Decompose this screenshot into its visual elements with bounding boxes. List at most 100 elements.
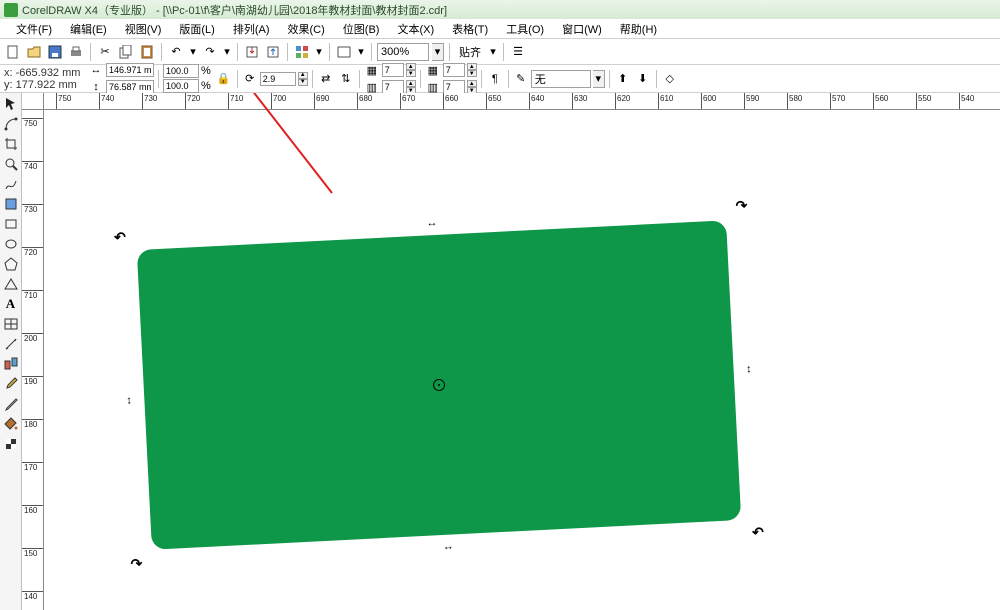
rotation-spinner[interactable]: ▲▼	[298, 72, 308, 86]
menu-edit[interactable]: 编辑(E)	[62, 19, 115, 39]
save-icon[interactable]	[46, 43, 64, 61]
spinner[interactable]: ▲▼	[467, 63, 477, 77]
snap-label[interactable]: 贴齐	[455, 44, 485, 60]
width-input[interactable]	[106, 63, 154, 77]
menu-tools[interactable]: 工具(O)	[498, 19, 552, 39]
cols-b-input[interactable]	[443, 80, 465, 94]
menu-window[interactable]: 窗口(W)	[554, 19, 610, 39]
wrap-text-icon[interactable]: ¶	[486, 70, 504, 88]
separator	[656, 70, 657, 88]
spinner[interactable]: ▲▼	[467, 80, 477, 94]
ruler-origin[interactable]	[22, 93, 44, 110]
rotate-handle-tl[interactable]: ↶	[114, 229, 127, 247]
open-icon[interactable]	[25, 43, 43, 61]
rotate-handle-bl[interactable]: ↷	[130, 555, 143, 573]
canvas[interactable]: ↶ ↷ ↷ ↶ ↔ ↔ ↕ ↕	[44, 110, 1000, 610]
polygon-tool-icon[interactable]	[2, 255, 20, 273]
table-tool-icon[interactable]	[2, 315, 20, 333]
freehand-tool-icon[interactable]	[2, 175, 20, 193]
canvas-area: 7507407307207107006906806706606506406306…	[22, 93, 1000, 610]
menu-view[interactable]: 视图(V)	[117, 19, 170, 39]
convert-curves-icon[interactable]: ◇	[661, 70, 679, 88]
print-icon[interactable]	[67, 43, 85, 61]
ellipse-tool-icon[interactable]	[2, 235, 20, 253]
to-back-icon[interactable]: ⬇	[634, 70, 652, 88]
mirror-h-icon[interactable]: ⇄	[317, 70, 335, 88]
lock-ratio-icon[interactable]: 🔒	[215, 70, 233, 88]
outline-pen-icon: ✎	[513, 71, 529, 87]
rows-icon: ▦	[425, 62, 441, 78]
separator	[508, 70, 509, 88]
scale-x-input[interactable]	[163, 64, 199, 78]
rotate-handle-tr[interactable]: ↷	[735, 197, 748, 215]
separator	[90, 43, 91, 61]
export-icon[interactable]	[264, 43, 282, 61]
scale-y-input[interactable]	[163, 79, 199, 93]
spinner[interactable]: ▲▼	[406, 80, 416, 94]
smart-fill-icon[interactable]	[2, 195, 20, 213]
crop-tool-icon[interactable]	[2, 135, 20, 153]
spinner[interactable]: ▲▼	[406, 63, 416, 77]
to-front-icon[interactable]: ⬆	[614, 70, 632, 88]
menu-bitmap[interactable]: 位图(B)	[335, 19, 388, 39]
rectangle-tool-icon[interactable]	[2, 215, 20, 233]
property-bar: x: -665.932 mm y: 177.922 mm ↔ ↕ % % 🔒 ⟳…	[0, 65, 1000, 93]
mirror-v-icon[interactable]: ⇅	[337, 70, 355, 88]
basic-shapes-icon[interactable]	[2, 275, 20, 293]
rows-a-input[interactable]	[382, 63, 404, 77]
welcome-dropdown-icon[interactable]: ▾	[356, 43, 366, 61]
eyedropper-icon[interactable]	[2, 375, 20, 393]
cut-icon[interactable]: ✂	[96, 43, 114, 61]
new-icon[interactable]	[4, 43, 22, 61]
text-tool-icon[interactable]: A	[2, 295, 20, 313]
separator	[237, 43, 238, 61]
separator	[329, 43, 330, 61]
menu-table[interactable]: 表格(T)	[444, 19, 496, 39]
ruler-horizontal[interactable]: 7507407307207107006906806706606506406306…	[44, 93, 1000, 110]
import-icon[interactable]	[243, 43, 261, 61]
rotation-input[interactable]	[260, 72, 296, 86]
menu-arrange[interactable]: 排列(A)	[225, 19, 278, 39]
skew-handle-top[interactable]: ↔	[426, 217, 436, 229]
outline-tool-icon[interactable]	[2, 395, 20, 413]
redo-icon[interactable]: ↷	[201, 43, 219, 61]
rows-b-input[interactable]	[443, 63, 465, 77]
interactive-fill-icon[interactable]	[2, 435, 20, 453]
pick-tool-icon[interactable]	[2, 95, 20, 113]
redo-dropdown-icon[interactable]: ▾	[222, 43, 232, 61]
undo-dropdown-icon[interactable]: ▾	[188, 43, 198, 61]
selected-shape[interactable]: ↶ ↷ ↷ ↶ ↔ ↔ ↕ ↕	[137, 220, 741, 549]
skew-handle-bottom[interactable]: ↔	[442, 541, 452, 553]
zoom-input[interactable]: 300%	[377, 43, 429, 61]
app-launcher-icon[interactable]	[293, 43, 311, 61]
menu-help[interactable]: 帮助(H)	[612, 19, 665, 39]
zoom-dropdown-icon[interactable]: ▾	[432, 43, 444, 61]
options-icon[interactable]: ☰	[509, 43, 527, 61]
dimension-tool-icon[interactable]	[2, 335, 20, 353]
rows-icon: ▦	[364, 62, 380, 78]
scale-group: % %	[163, 64, 213, 93]
height-input[interactable]	[106, 80, 154, 94]
snap-dropdown-icon[interactable]: ▾	[488, 43, 498, 61]
skew-handle-right[interactable]: ↕	[746, 366, 752, 372]
shape-tool-icon[interactable]	[2, 115, 20, 133]
zoom-tool-icon[interactable]	[2, 155, 20, 173]
skew-handle-left[interactable]: ↕	[126, 398, 132, 404]
launcher-dropdown-icon[interactable]: ▾	[314, 43, 324, 61]
menu-text[interactable]: 文本(X)	[389, 19, 442, 39]
ruler-vertical[interactable]: 750740730720710200190180170160150140130	[22, 110, 44, 610]
welcome-icon[interactable]	[335, 43, 353, 61]
paste-icon[interactable]	[138, 43, 156, 61]
menu-effects[interactable]: 效果(C)	[280, 19, 333, 39]
outline-width-input[interactable]: 无	[531, 70, 591, 88]
menu-file[interactable]: 文件(F)	[8, 19, 60, 39]
fill-tool-icon[interactable]	[2, 415, 20, 433]
menu-layout[interactable]: 版面(L)	[171, 19, 222, 39]
blend-tool-icon[interactable]	[2, 355, 20, 373]
cols-a-input[interactable]	[382, 80, 404, 94]
separator	[359, 70, 360, 88]
copy-icon[interactable]	[117, 43, 135, 61]
rotate-handle-br[interactable]: ↶	[752, 524, 765, 542]
undo-icon[interactable]: ↶	[167, 43, 185, 61]
outline-dropdown-icon[interactable]: ▾	[593, 70, 605, 88]
